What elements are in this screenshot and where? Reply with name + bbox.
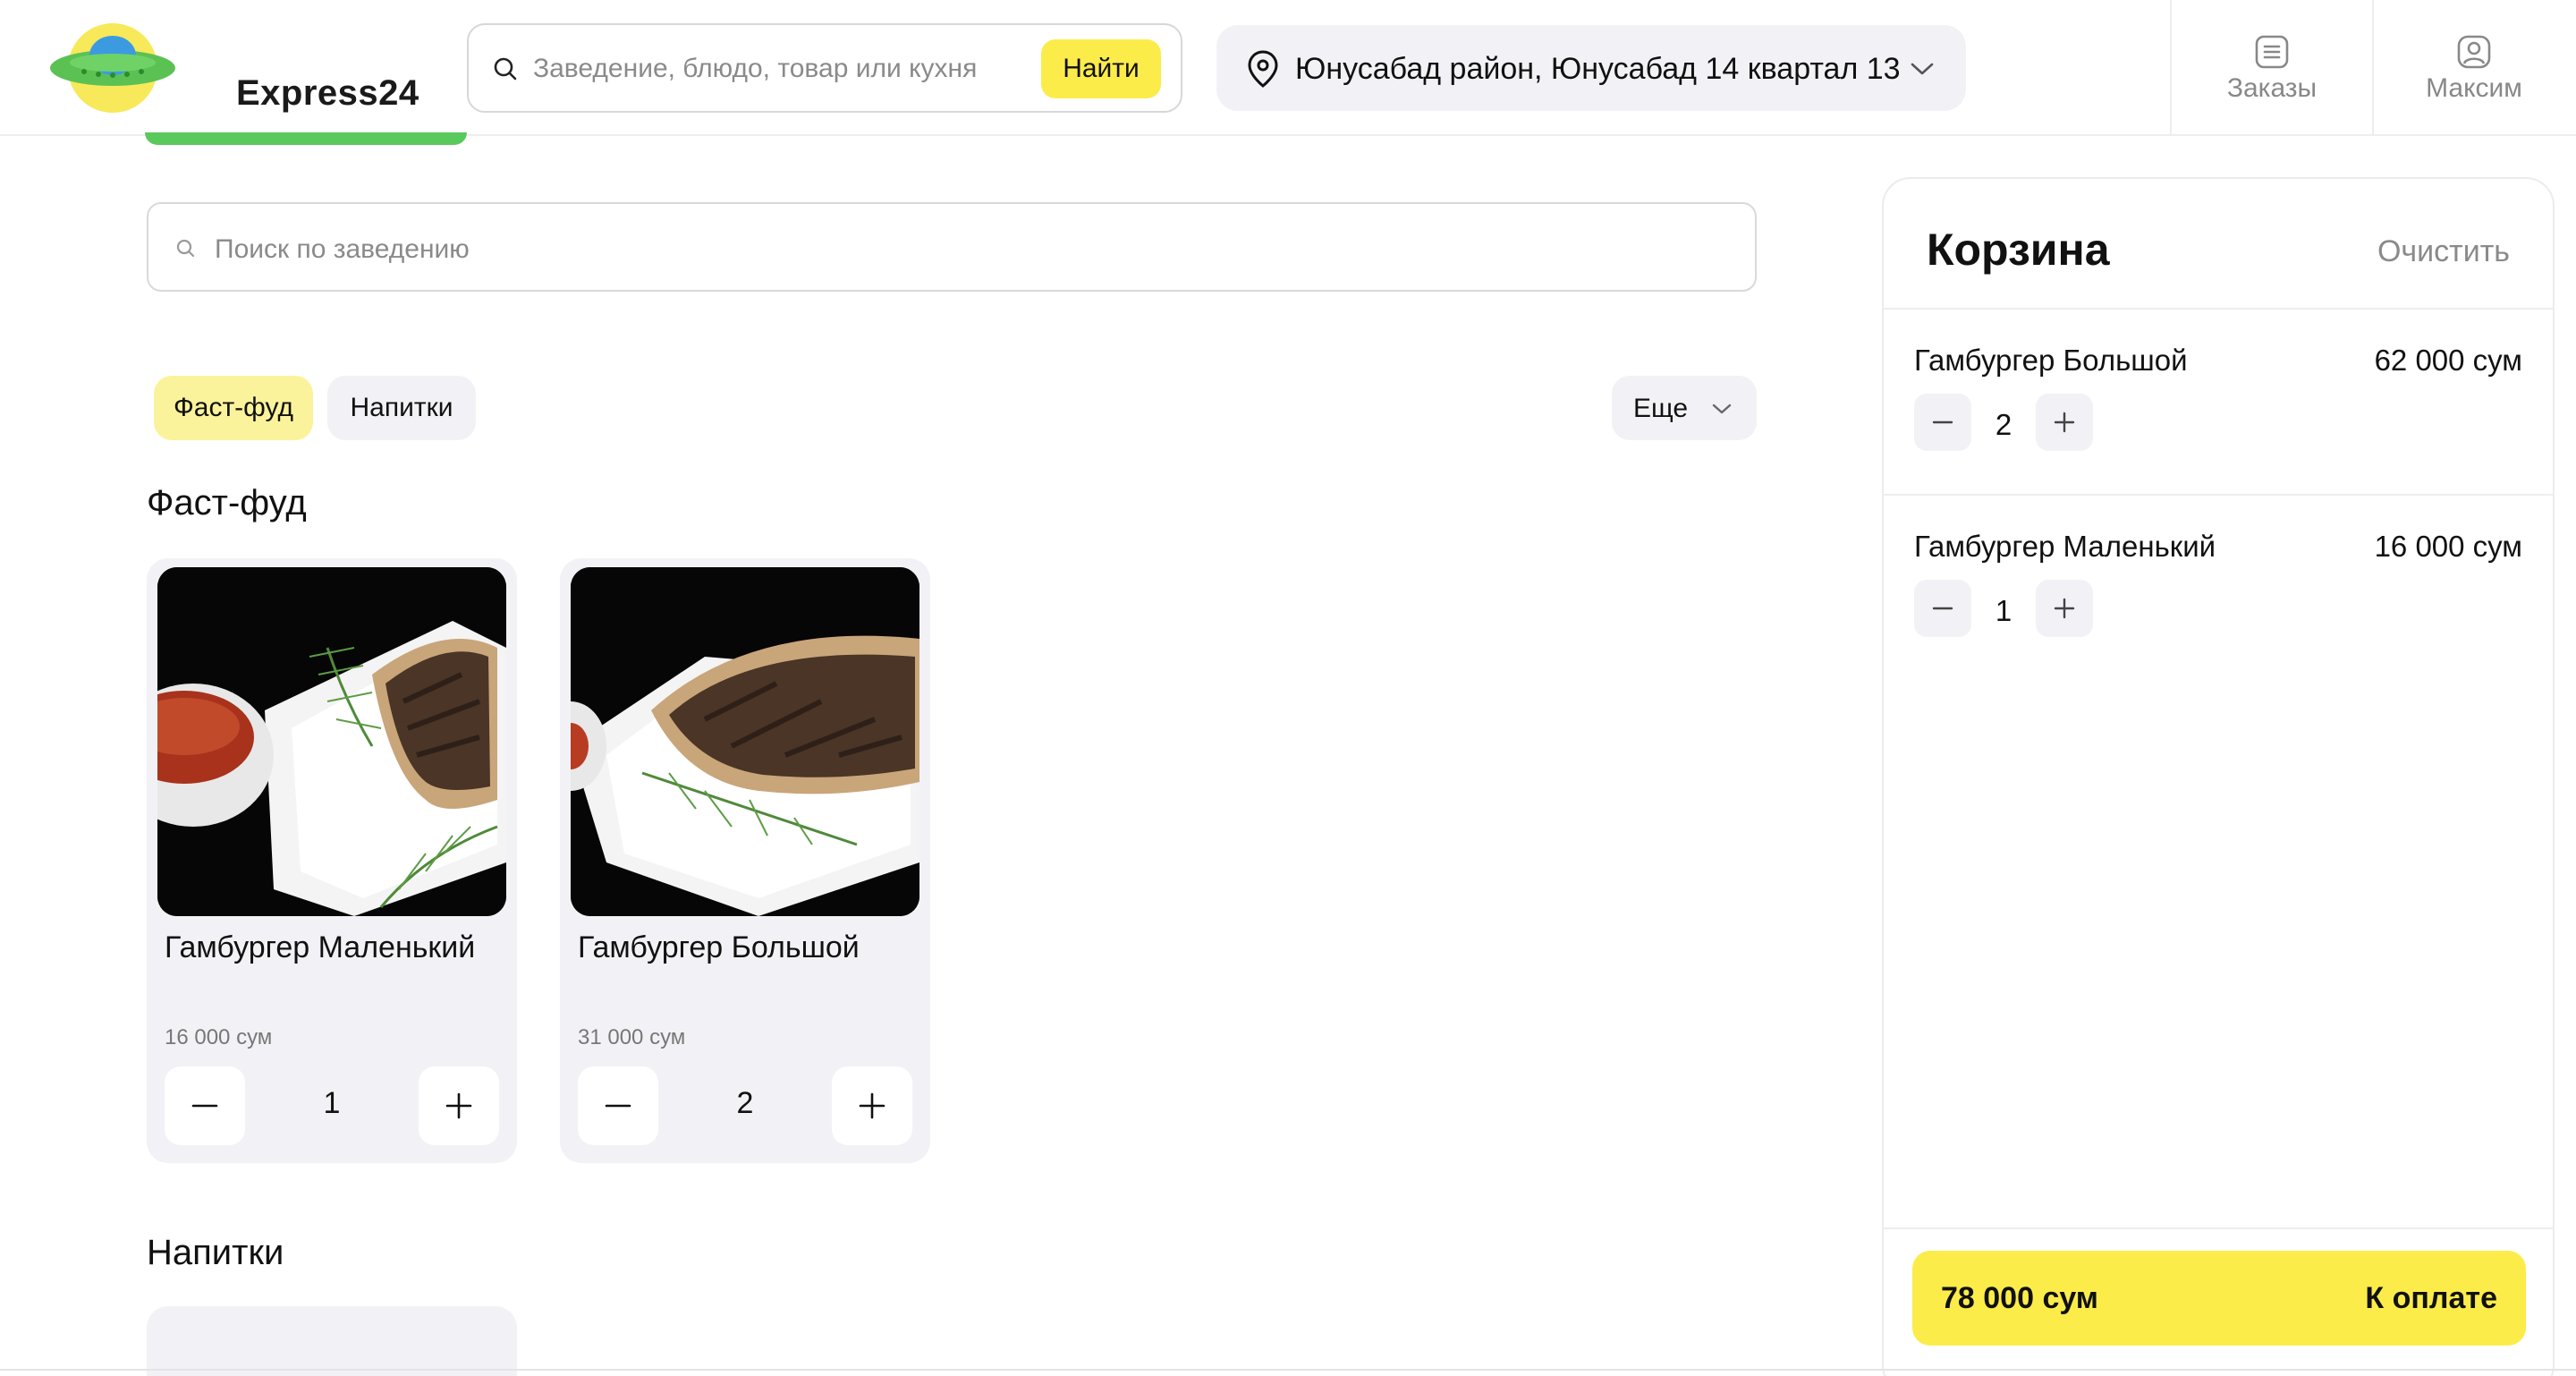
chevron-down-icon [1712,403,1732,414]
location-pin-icon [1248,50,1278,88]
divider [1884,1227,2553,1229]
cart-item: Гамбургер Большой 62 000 сум 2 [1884,344,2553,528]
cart-total: 78 000 сум [1941,1281,2098,1315]
green-action-bar[interactable] [145,132,467,145]
more-categories-label: Еще [1633,394,1689,423]
cart-item-price: 16 000 сум [2374,530,2522,563]
nav-orders[interactable]: Заказы [2172,0,2372,136]
find-button[interactable]: Найти [1041,39,1161,98]
checkout-label: К оплате [2365,1281,2497,1315]
venue-search-placeholder: Поиск по заведению [215,234,470,264]
minus-icon [1932,607,1953,610]
product-card[interactable]: Гамбургер Большой 31 000 сум 2 [560,558,930,1163]
increase-quantity-button[interactable] [419,1066,499,1145]
chevron-down-icon [1911,63,1934,75]
checkout-button[interactable]: 78 000 сум К оплате [1912,1251,2526,1346]
search-icon [494,57,517,81]
section-title-drinks: Напитки [147,1233,284,1272]
plus-icon [2054,598,2075,619]
delivery-address: Юнусабад район, Юнусабад 14 квартал 13 [1295,52,1901,86]
divider [1884,308,2553,310]
product-name: Гамбургер Большой [578,930,860,964]
search-icon [176,239,195,258]
category-chip-fastfood[interactable]: Фаст-фуд [154,376,313,440]
cart-panel: Корзина Очистить Гамбургер Большой 62 00… [1882,177,2555,1376]
product-price: 16 000 сум [165,1025,273,1049]
cart-item-quantity: 1 [1995,594,2012,627]
logo-text: Express24 [236,73,419,113]
orders-list-icon [2255,35,2289,69]
user-profile-icon [2457,35,2491,69]
venue-search-field[interactable]: Поиск по заведению [147,202,1757,292]
more-categories-button[interactable]: Еще [1612,376,1757,440]
plus-icon [2054,412,2075,433]
decrease-quantity-button[interactable] [1914,580,1971,637]
plus-icon [445,1092,472,1119]
product-name: Гамбургер Маленький [165,930,476,964]
express24-logo[interactable]: Express24 [48,21,419,115]
nav-profile-label: Максим [2426,73,2522,103]
burger-photo-image [157,567,506,916]
increase-quantity-button[interactable] [2036,394,2093,451]
increase-quantity-button[interactable] [832,1066,912,1145]
divider [0,1369,2576,1371]
cart-item-price: 62 000 сум [2374,344,2522,377]
category-chip-drinks[interactable]: Напитки [327,376,476,440]
cart-item-quantity: 2 [1995,408,2012,441]
decrease-quantity-button[interactable] [1914,394,1971,451]
global-search-placeholder: Заведение, блюдо, товар или кухня [533,54,978,83]
product-photo [571,567,919,916]
product-photo [157,567,506,916]
plus-icon [859,1092,886,1119]
burger-photo-image [571,567,919,916]
cart-item-name: Гамбургер Большой [1914,344,2188,377]
divider [1884,494,2553,496]
cart-title: Корзина [1927,225,2110,275]
product-card[interactable]: Гамбургер Маленький 16 000 сум 1 [147,558,517,1163]
clear-cart-button[interactable]: Очистить [2377,234,2510,269]
product-price: 31 000 сум [578,1025,686,1049]
product-card[interactable] [147,1306,517,1376]
delivery-address-selector[interactable]: Юнусабад район, Юнусабад 14 квартал 13 [1216,25,1966,111]
section-title-fastfood: Фаст-фуд [147,483,307,522]
cart-item: Гамбургер Маленький 16 000 сум 1 [1884,530,2553,714]
top-header: Express24 Заведение, блюдо, товар или ку… [0,0,2576,136]
global-search-field[interactable]: Заведение, блюдо, товар или кухня Найти [467,23,1182,113]
cart-item-name: Гамбургер Маленький [1914,530,2216,563]
minus-icon [1932,420,1953,424]
increase-quantity-button[interactable] [2036,580,2093,637]
nav-profile[interactable]: Максим [2374,0,2574,136]
nav-orders-label: Заказы [2226,73,2318,103]
ufo-logo-icon [50,23,175,113]
